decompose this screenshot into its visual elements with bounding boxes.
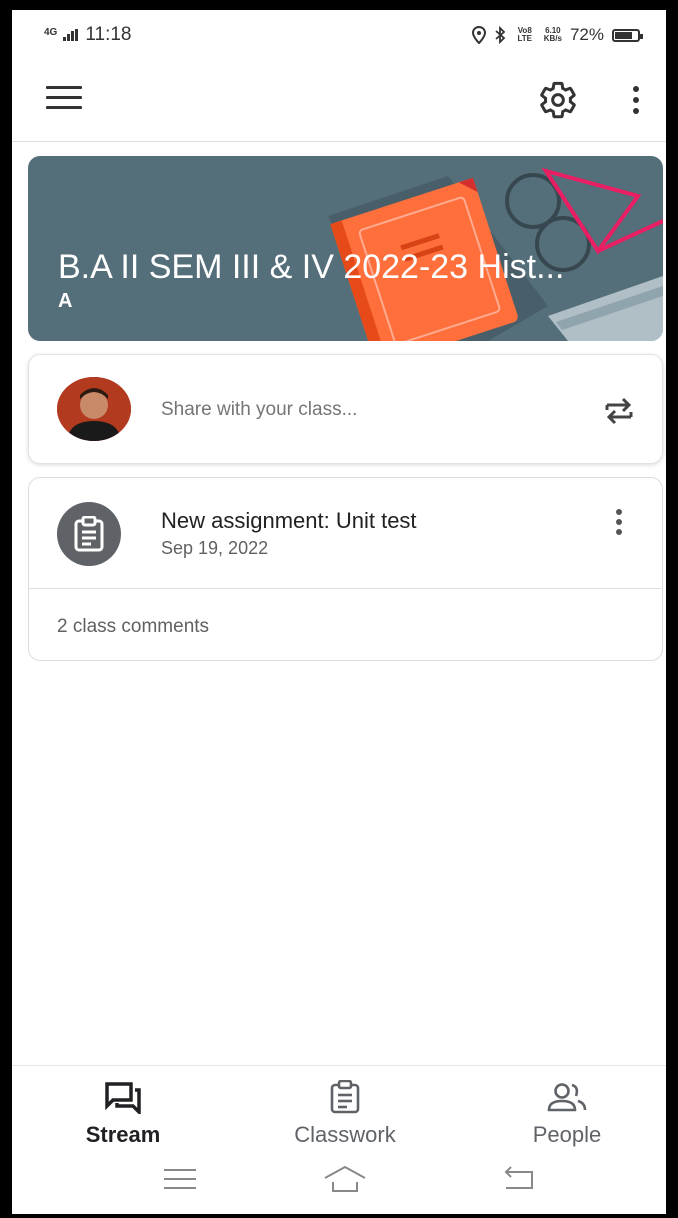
- avatar: [57, 377, 131, 441]
- tab-stream[interactable]: Stream: [38, 1080, 208, 1148]
- data-speed-unit: KB/s: [543, 34, 562, 43]
- repost-icon[interactable]: [599, 391, 639, 431]
- classwork-icon: [330, 1080, 360, 1114]
- app-bar: [12, 60, 666, 142]
- signal-icon: [63, 29, 79, 41]
- bottom-navigation: Stream Classwork People: [12, 1065, 666, 1150]
- back-icon[interactable]: [500, 1164, 536, 1194]
- status-bar: 4G 11:18 Vo8 LTE 6.10 KB/s 72%: [12, 10, 666, 60]
- tab-classwork[interactable]: Classwork: [260, 1080, 430, 1148]
- assignment-icon: [57, 502, 121, 566]
- data-speed: 6.10 KB/s: [544, 27, 562, 43]
- class-section: A: [58, 290, 73, 312]
- share-placeholder[interactable]: Share with your class...: [161, 399, 357, 421]
- clock: 11:18: [85, 24, 132, 45]
- system-navigation-bar: [12, 1150, 666, 1214]
- bluetooth-icon: [495, 26, 506, 44]
- tab-people-label: People: [532, 1122, 602, 1147]
- post-date: Sep 19, 2022: [161, 538, 269, 558]
- tab-stream-label: Stream: [85, 1122, 161, 1147]
- home-icon[interactable]: [322, 1164, 368, 1194]
- tab-classwork-label: Classwork: [294, 1122, 396, 1147]
- tab-people[interactable]: People: [482, 1080, 652, 1148]
- gear-icon[interactable]: [538, 80, 578, 120]
- more-vert-icon[interactable]: [624, 82, 648, 118]
- assignment-post[interactable]: New assignment: Unit test Sep 19, 2022: [29, 478, 662, 589]
- share-with-class-card[interactable]: Share with your class...: [28, 354, 663, 464]
- hamburger-icon[interactable]: [46, 86, 82, 116]
- people-icon: [547, 1083, 587, 1112]
- stream-icon: [105, 1082, 141, 1114]
- volte-indicator: Vo8 LTE: [517, 26, 532, 43]
- battery-icon: [612, 28, 643, 42]
- more-vert-icon[interactable]: [609, 506, 629, 538]
- class-comments-link[interactable]: 2 class comments: [57, 616, 209, 638]
- class-title: B.A II SEM III & IV 2022-23 Hist...: [58, 248, 565, 286]
- recents-icon[interactable]: [162, 1164, 198, 1194]
- status-left: 4G 11:18: [44, 24, 131, 46]
- network-type: 4G: [44, 27, 58, 38]
- location-icon: [471, 26, 486, 44]
- phone-screen: 4G 11:18 Vo8 LTE 6.10 KB/s 72% B.A II SE…: [12, 10, 666, 1214]
- status-right: Vo8 LTE 6.10 KB/s 72%: [471, 25, 643, 45]
- stream-post-card: New assignment: Unit test Sep 19, 2022 2…: [28, 477, 663, 661]
- class-banner[interactable]: B.A II SEM III & IV 2022-23 Hist... A: [28, 156, 663, 341]
- battery-percent: 72%: [569, 25, 604, 44]
- post-title: New assignment: Unit test: [161, 508, 417, 533]
